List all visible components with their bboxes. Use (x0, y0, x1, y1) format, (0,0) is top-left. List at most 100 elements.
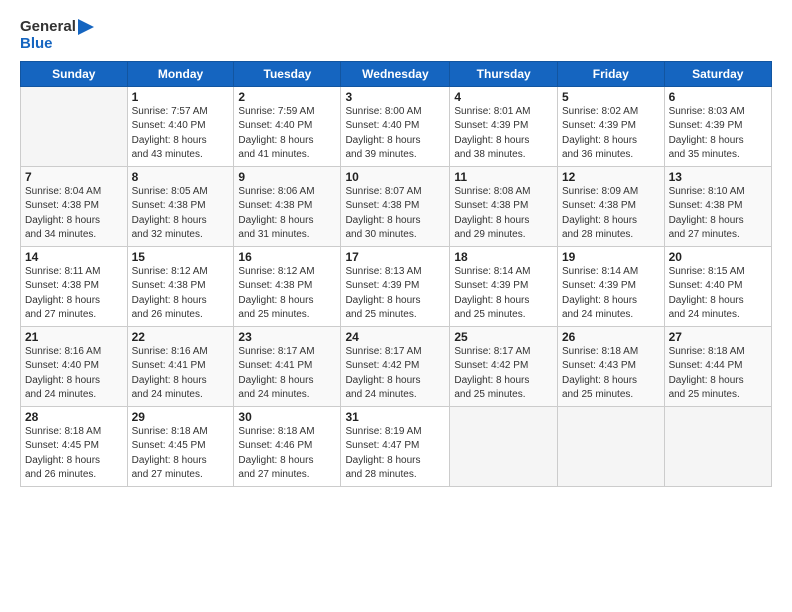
day-number: 31 (345, 410, 445, 424)
calendar-cell: 10Sunrise: 8:07 AM Sunset: 4:38 PM Dayli… (341, 166, 450, 246)
day-info: Sunrise: 7:59 AM Sunset: 4:40 PM Dayligh… (238, 105, 336, 163)
calendar-cell: 14Sunrise: 8:11 AM Sunset: 4:38 PM Dayli… (21, 246, 128, 326)
calendar-cell: 28Sunrise: 8:18 AM Sunset: 4:45 PM Dayli… (21, 406, 128, 486)
day-number: 30 (238, 410, 336, 424)
day-info: Sunrise: 8:02 AM Sunset: 4:39 PM Dayligh… (562, 105, 660, 163)
calendar-cell: 4Sunrise: 8:01 AM Sunset: 4:39 PM Daylig… (450, 86, 558, 166)
calendar-cell: 3Sunrise: 8:00 AM Sunset: 4:40 PM Daylig… (341, 86, 450, 166)
col-header-tuesday: Tuesday (234, 61, 341, 86)
day-info: Sunrise: 8:13 AM Sunset: 4:39 PM Dayligh… (345, 265, 445, 323)
header: GeneralBlue (20, 18, 772, 53)
day-number: 24 (345, 330, 445, 344)
day-number: 14 (25, 250, 123, 264)
calendar-cell: 26Sunrise: 8:18 AM Sunset: 4:43 PM Dayli… (558, 326, 665, 406)
day-info: Sunrise: 8:18 AM Sunset: 4:45 PM Dayligh… (25, 425, 123, 483)
day-info: Sunrise: 8:12 AM Sunset: 4:38 PM Dayligh… (132, 265, 230, 323)
col-header-sunday: Sunday (21, 61, 128, 86)
day-info: Sunrise: 8:14 AM Sunset: 4:39 PM Dayligh… (562, 265, 660, 323)
day-number: 5 (562, 90, 660, 104)
calendar-week-1: 1Sunrise: 7:57 AM Sunset: 4:40 PM Daylig… (21, 86, 772, 166)
day-number: 27 (669, 330, 767, 344)
calendar-cell: 11Sunrise: 8:08 AM Sunset: 4:38 PM Dayli… (450, 166, 558, 246)
calendar-cell: 16Sunrise: 8:12 AM Sunset: 4:38 PM Dayli… (234, 246, 341, 326)
day-info: Sunrise: 8:09 AM Sunset: 4:38 PM Dayligh… (562, 185, 660, 243)
day-number: 19 (562, 250, 660, 264)
calendar-cell: 25Sunrise: 8:17 AM Sunset: 4:42 PM Dayli… (450, 326, 558, 406)
logo: GeneralBlue (20, 18, 94, 53)
day-number: 20 (669, 250, 767, 264)
logo-blue: Blue (20, 35, 53, 52)
calendar-cell: 30Sunrise: 8:18 AM Sunset: 4:46 PM Dayli… (234, 406, 341, 486)
calendar-cell: 17Sunrise: 8:13 AM Sunset: 4:39 PM Dayli… (341, 246, 450, 326)
calendar-table: SundayMondayTuesdayWednesdayThursdayFrid… (20, 61, 772, 487)
day-info: Sunrise: 8:06 AM Sunset: 4:38 PM Dayligh… (238, 185, 336, 243)
day-number: 16 (238, 250, 336, 264)
day-info: Sunrise: 8:18 AM Sunset: 4:46 PM Dayligh… (238, 425, 336, 483)
calendar-cell: 21Sunrise: 8:16 AM Sunset: 4:40 PM Dayli… (21, 326, 128, 406)
day-number: 2 (238, 90, 336, 104)
day-info: Sunrise: 8:16 AM Sunset: 4:41 PM Dayligh… (132, 345, 230, 403)
day-number: 25 (454, 330, 553, 344)
day-info: Sunrise: 8:16 AM Sunset: 4:40 PM Dayligh… (25, 345, 123, 403)
day-number: 10 (345, 170, 445, 184)
col-header-thursday: Thursday (450, 61, 558, 86)
calendar-cell: 27Sunrise: 8:18 AM Sunset: 4:44 PM Dayli… (664, 326, 771, 406)
day-info: Sunrise: 8:17 AM Sunset: 4:42 PM Dayligh… (345, 345, 445, 403)
day-number: 29 (132, 410, 230, 424)
logo-arrow-icon (78, 19, 94, 35)
col-header-friday: Friday (558, 61, 665, 86)
day-info: Sunrise: 8:18 AM Sunset: 4:44 PM Dayligh… (669, 345, 767, 403)
day-info: Sunrise: 8:18 AM Sunset: 4:45 PM Dayligh… (132, 425, 230, 483)
day-number: 11 (454, 170, 553, 184)
day-info: Sunrise: 8:11 AM Sunset: 4:38 PM Dayligh… (25, 265, 123, 323)
col-header-wednesday: Wednesday (341, 61, 450, 86)
day-number: 22 (132, 330, 230, 344)
calendar-cell: 19Sunrise: 8:14 AM Sunset: 4:39 PM Dayli… (558, 246, 665, 326)
day-info: Sunrise: 8:04 AM Sunset: 4:38 PM Dayligh… (25, 185, 123, 243)
day-number: 18 (454, 250, 553, 264)
calendar-cell: 8Sunrise: 8:05 AM Sunset: 4:38 PM Daylig… (127, 166, 234, 246)
day-number: 15 (132, 250, 230, 264)
calendar-cell: 1Sunrise: 7:57 AM Sunset: 4:40 PM Daylig… (127, 86, 234, 166)
day-info: Sunrise: 8:07 AM Sunset: 4:38 PM Dayligh… (345, 185, 445, 243)
day-info: Sunrise: 8:08 AM Sunset: 4:38 PM Dayligh… (454, 185, 553, 243)
calendar-header-row: SundayMondayTuesdayWednesdayThursdayFrid… (21, 61, 772, 86)
page: GeneralBlue SundayMondayTuesdayWednesday… (0, 0, 792, 612)
calendar-week-4: 21Sunrise: 8:16 AM Sunset: 4:40 PM Dayli… (21, 326, 772, 406)
calendar-cell: 5Sunrise: 8:02 AM Sunset: 4:39 PM Daylig… (558, 86, 665, 166)
day-info: Sunrise: 8:14 AM Sunset: 4:39 PM Dayligh… (454, 265, 553, 323)
calendar-cell: 7Sunrise: 8:04 AM Sunset: 4:38 PM Daylig… (21, 166, 128, 246)
day-info: Sunrise: 8:10 AM Sunset: 4:38 PM Dayligh… (669, 185, 767, 243)
calendar-cell (558, 406, 665, 486)
calendar-cell: 29Sunrise: 8:18 AM Sunset: 4:45 PM Dayli… (127, 406, 234, 486)
logo-general: General (20, 18, 76, 35)
logo-text: GeneralBlue (20, 18, 94, 53)
day-info: Sunrise: 8:01 AM Sunset: 4:39 PM Dayligh… (454, 105, 553, 163)
day-number: 13 (669, 170, 767, 184)
calendar-cell: 13Sunrise: 8:10 AM Sunset: 4:38 PM Dayli… (664, 166, 771, 246)
day-info: Sunrise: 8:17 AM Sunset: 4:42 PM Dayligh… (454, 345, 553, 403)
day-number: 8 (132, 170, 230, 184)
day-number: 12 (562, 170, 660, 184)
calendar-cell: 31Sunrise: 8:19 AM Sunset: 4:47 PM Dayli… (341, 406, 450, 486)
day-number: 7 (25, 170, 123, 184)
calendar-cell: 6Sunrise: 8:03 AM Sunset: 4:39 PM Daylig… (664, 86, 771, 166)
calendar-cell: 2Sunrise: 7:59 AM Sunset: 4:40 PM Daylig… (234, 86, 341, 166)
calendar-cell (664, 406, 771, 486)
calendar-cell (21, 86, 128, 166)
day-number: 3 (345, 90, 445, 104)
day-info: Sunrise: 8:19 AM Sunset: 4:47 PM Dayligh… (345, 425, 445, 483)
day-number: 23 (238, 330, 336, 344)
day-number: 6 (669, 90, 767, 104)
day-info: Sunrise: 8:00 AM Sunset: 4:40 PM Dayligh… (345, 105, 445, 163)
day-number: 28 (25, 410, 123, 424)
calendar-week-2: 7Sunrise: 8:04 AM Sunset: 4:38 PM Daylig… (21, 166, 772, 246)
day-number: 4 (454, 90, 553, 104)
day-info: Sunrise: 8:03 AM Sunset: 4:39 PM Dayligh… (669, 105, 767, 163)
calendar-cell: 24Sunrise: 8:17 AM Sunset: 4:42 PM Dayli… (341, 326, 450, 406)
calendar-cell: 20Sunrise: 8:15 AM Sunset: 4:40 PM Dayli… (664, 246, 771, 326)
day-info: Sunrise: 8:12 AM Sunset: 4:38 PM Dayligh… (238, 265, 336, 323)
calendar-cell: 22Sunrise: 8:16 AM Sunset: 4:41 PM Dayli… (127, 326, 234, 406)
calendar-week-3: 14Sunrise: 8:11 AM Sunset: 4:38 PM Dayli… (21, 246, 772, 326)
calendar-cell: 23Sunrise: 8:17 AM Sunset: 4:41 PM Dayli… (234, 326, 341, 406)
